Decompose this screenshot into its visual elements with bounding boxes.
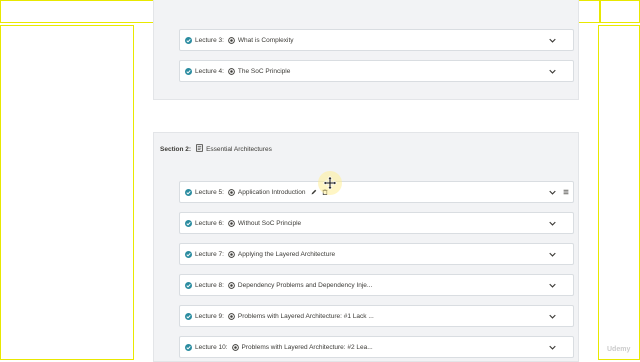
play-circle-icon: [228, 36, 235, 44]
lecture-row[interactable]: Lecture 8: Dependency Problems and Depen…: [179, 274, 574, 296]
lecture-title: Applying the Layered Architecture: [237, 250, 336, 258]
lecture-label: Lecture 9:: [195, 312, 224, 320]
right-panel: [598, 25, 640, 360]
lecture-label: Lecture 10:: [195, 343, 228, 351]
lecture-row[interactable]: Lecture 5: Application Introduction: [179, 181, 574, 203]
lecture-label: Lecture 8:: [195, 281, 224, 289]
lecture-title: Application Introduction: [237, 188, 306, 196]
chevron-down-icon[interactable]: [549, 283, 556, 288]
lecture-title: What is Complexity: [237, 36, 294, 44]
section-label: Section 2:: [160, 145, 192, 153]
play-circle-icon: [228, 67, 235, 75]
lecture-row[interactable]: Lecture 10: Problems with Layered Archit…: [179, 336, 574, 358]
lecture-title: Without SoC Principle: [237, 219, 302, 227]
chevron-down-icon[interactable]: [549, 314, 556, 319]
drag-handle-icon[interactable]: [563, 189, 569, 195]
lecture-row[interactable]: Lecture 7: Applying the Layered Architec…: [179, 243, 574, 265]
chevron-down-icon[interactable]: [549, 345, 556, 350]
section-header[interactable]: Section 2: Essential Architectures: [160, 144, 272, 154]
play-circle-icon: [228, 188, 235, 196]
watermark-logo: Udemy: [607, 346, 631, 353]
chevron-down-icon[interactable]: [549, 38, 556, 43]
play-circle-icon: [228, 312, 235, 320]
chevron-down-icon[interactable]: [549, 69, 556, 74]
completed-check-icon[interactable]: [185, 36, 192, 44]
completed-check-icon[interactable]: [185, 67, 192, 75]
lecture-title: Dependency Problems and Dependency Inje.…: [237, 281, 373, 289]
corner-panel: [600, 0, 640, 23]
lecture-label: Lecture 4:: [195, 67, 224, 75]
edit-icon[interactable]: [311, 189, 317, 195]
lecture-label: Lecture 6:: [195, 219, 224, 227]
completed-check-icon[interactable]: [185, 281, 192, 289]
completed-check-icon[interactable]: [185, 343, 192, 351]
chevron-down-icon[interactable]: [549, 252, 556, 257]
play-circle-icon: [228, 219, 235, 227]
play-circle-icon: [231, 343, 239, 351]
chevron-down-icon[interactable]: [549, 221, 556, 226]
play-circle-icon: [228, 250, 235, 258]
lecture-label: Lecture 7:: [195, 250, 224, 258]
lecture-title: Problems with Layered Architecture: #1 L…: [237, 312, 374, 320]
lecture-row[interactable]: Lecture 4: The SoC Principle: [179, 60, 574, 82]
completed-check-icon[interactable]: [185, 250, 192, 258]
play-circle-icon: [228, 281, 235, 289]
lecture-row[interactable]: Lecture 6: Without SoC Principle: [179, 212, 574, 234]
move-cursor-icon: [323, 176, 337, 190]
lecture-label: Lecture 3:: [195, 36, 224, 44]
lecture-label: Lecture 5:: [195, 188, 224, 196]
left-panel: [0, 25, 134, 360]
lecture-row[interactable]: Lecture 3: What is Complexity: [179, 29, 574, 51]
lecture-title: The SoC Principle: [237, 67, 291, 75]
section-title: Essential Architectures: [206, 145, 272, 153]
chevron-down-icon[interactable]: [549, 190, 556, 195]
completed-check-icon[interactable]: [185, 188, 192, 196]
document-icon: [196, 144, 203, 154]
completed-check-icon[interactable]: [185, 312, 192, 320]
completed-check-icon[interactable]: [185, 219, 192, 227]
lecture-row[interactable]: Lecture 9: Problems with Layered Archite…: [179, 305, 574, 327]
lecture-title: Problems with Layered Architecture: #2 L…: [241, 343, 373, 351]
